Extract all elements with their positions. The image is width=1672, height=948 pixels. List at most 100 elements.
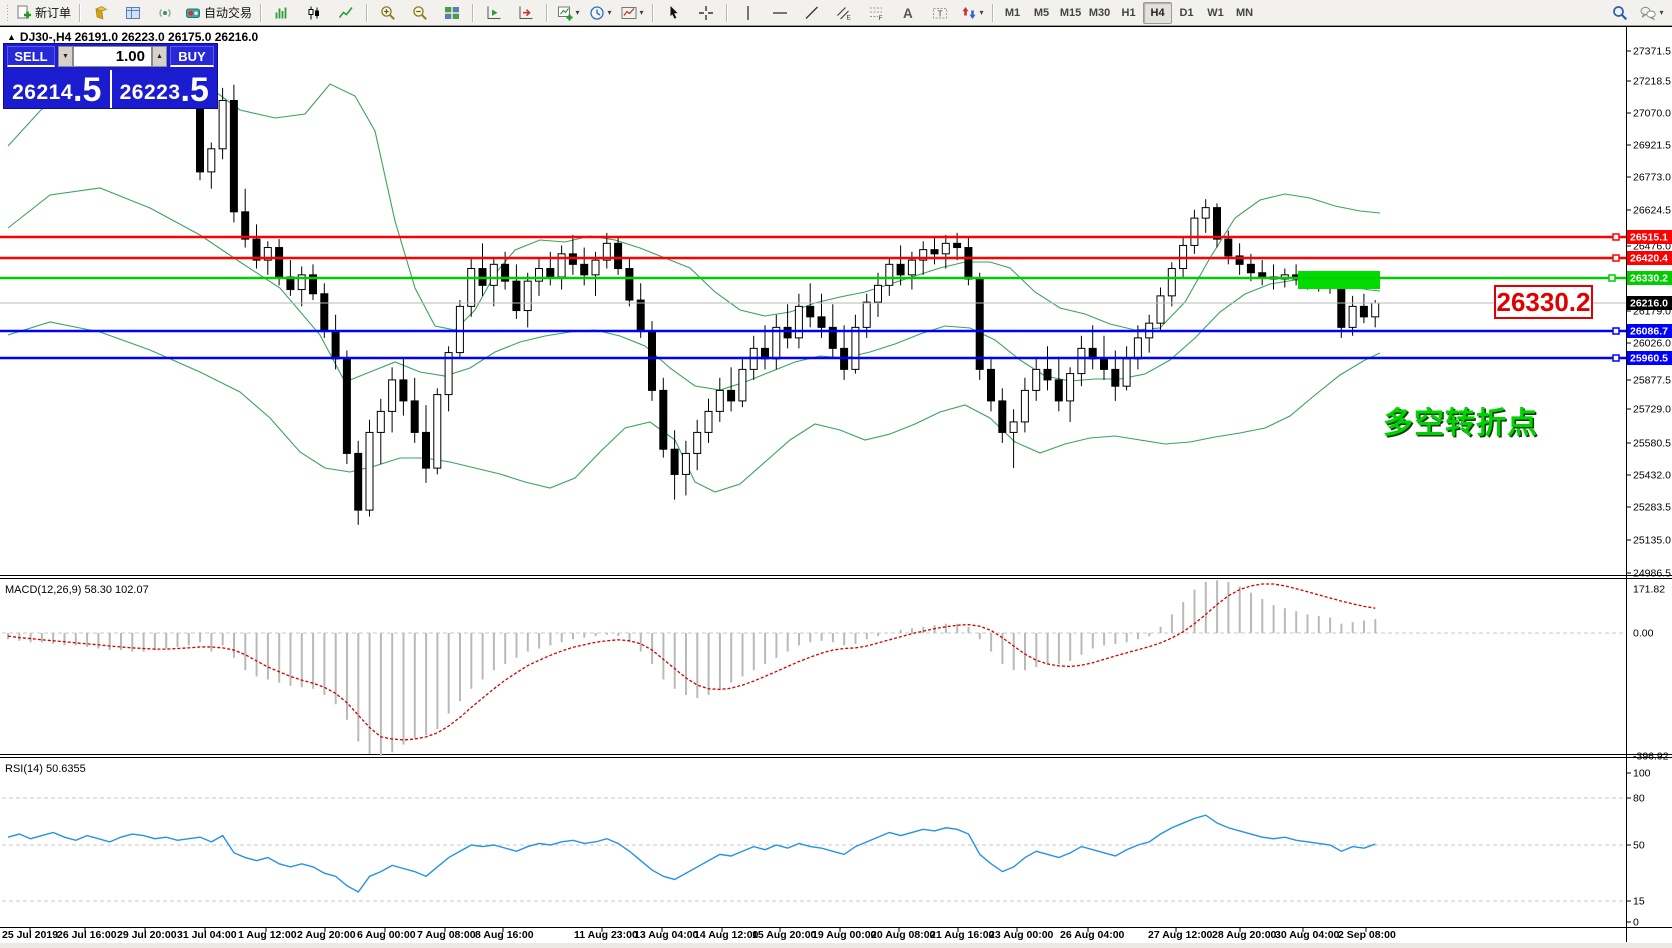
- horizontal-line-button[interactable]: [764, 1, 796, 25]
- auto-scroll-icon: [487, 6, 501, 19]
- candle-body: [1009, 421, 1018, 433]
- trendline-button[interactable]: [796, 1, 828, 25]
- auto-scroll-button[interactable]: [478, 1, 510, 25]
- text-label-button[interactable]: T: [924, 1, 956, 25]
- candle-body: [1201, 207, 1210, 219]
- fibonacci-button[interactable]: F: [860, 1, 892, 25]
- candle-body: [320, 293, 329, 333]
- candle-body: [1054, 379, 1063, 402]
- timeframe-button-m1[interactable]: M1: [998, 2, 1027, 24]
- sell-price[interactable]: 26214.5: [4, 70, 110, 108]
- candle-body: [1032, 368, 1041, 391]
- highlight-rectangle[interactable]: [1298, 271, 1380, 289]
- date-label: 8 Aug 16:00: [475, 929, 534, 941]
- svg-text:F: F: [879, 15, 883, 21]
- toolbar-separator: [260, 3, 263, 22]
- autotrade-button[interactable]: 自动交易: [181, 1, 256, 25]
- buy-button[interactable]: BUY: [170, 46, 214, 67]
- line-handle[interactable]: [1608, 274, 1616, 282]
- toolbar-separator: [546, 3, 549, 22]
- candle-body: [625, 268, 634, 301]
- timeframe-button-m5[interactable]: M5: [1027, 2, 1056, 24]
- cursor-button[interactable]: [658, 1, 690, 25]
- candle-body: [941, 242, 950, 255]
- candle-body: [354, 452, 363, 511]
- chat-button[interactable]: ▾: [1636, 1, 1668, 25]
- line-handle[interactable]: [1612, 354, 1620, 362]
- timeframe-button-m30[interactable]: M30: [1085, 2, 1114, 24]
- vline-icon: [747, 5, 749, 20]
- arrows-icon: [962, 6, 976, 19]
- price-tick-label: 25283.5: [1633, 502, 1671, 514]
- autotrade-button-label: 自动交易: [204, 6, 253, 20]
- candle-body: [1066, 373, 1075, 402]
- line-chart-button[interactable]: [330, 1, 362, 25]
- candle-body: [670, 448, 679, 475]
- signals-button[interactable]: [149, 1, 181, 25]
- text-icon: A: [903, 6, 913, 21]
- date-label: 26 Jul 16:00: [57, 929, 117, 941]
- market-watch-button[interactable]: [85, 1, 117, 25]
- tile-windows-icon: [445, 6, 460, 19]
- price-callout-box[interactable]: 26330.2: [1494, 285, 1593, 319]
- tile-windows-button[interactable]: [436, 1, 468, 25]
- vertical-line-button[interactable]: [732, 1, 764, 25]
- dropdown-caret-icon[interactable]: ▾: [1659, 8, 1663, 17]
- line-handle[interactable]: [1612, 254, 1620, 262]
- timeframe-button-h1[interactable]: H1: [1114, 2, 1143, 24]
- crosshair-button[interactable]: [690, 1, 722, 25]
- buy-price[interactable]: 26223.5: [112, 70, 218, 108]
- timeframe-button-mn[interactable]: MN: [1230, 2, 1259, 24]
- volume-decrease-button[interactable]: ▼: [58, 46, 73, 67]
- search-button[interactable]: [1604, 1, 1636, 25]
- chat-icon: [1640, 6, 1657, 21]
- period-button[interactable]: ▾: [584, 1, 616, 25]
- dropdown-caret-icon[interactable]: ▾: [980, 8, 984, 17]
- timeframe-button-d1[interactable]: D1: [1172, 2, 1201, 24]
- arrows-button[interactable]: ▾: [956, 1, 988, 25]
- text-button[interactable]: A: [892, 1, 924, 25]
- date-label: 26 Aug 04:00: [1060, 929, 1125, 941]
- cursor-icon: [670, 5, 678, 19]
- new-order-button[interactable]: 新订单: [12, 1, 75, 25]
- dropdown-caret-icon[interactable]: ▾: [608, 8, 612, 17]
- zoom-in-button[interactable]: [372, 1, 404, 25]
- channel-button[interactable]: E: [828, 1, 860, 25]
- candle-body: [1020, 389, 1029, 423]
- sell-button[interactable]: SELL: [7, 46, 55, 67]
- macd-label: MACD(12,26,9) 58.30 102.07: [5, 584, 149, 596]
- candle-body: [331, 331, 340, 360]
- toolbar-separator: [472, 3, 475, 22]
- collapse-triangle-icon[interactable]: ▲: [7, 32, 16, 42]
- chart-shift-button[interactable]: [510, 1, 542, 25]
- timeframe-button-h4[interactable]: H4: [1143, 1, 1173, 24]
- bar-chart-button[interactable]: [266, 1, 298, 25]
- chart-background: [0, 26, 1672, 948]
- date-label: 11 Aug 23:00: [574, 929, 638, 941]
- candle-body: [591, 259, 600, 276]
- volume-increase-button[interactable]: ▲: [152, 46, 167, 67]
- pivot-note-text[interactable]: 多空转折点: [1383, 398, 1538, 442]
- zoom-out-button[interactable]: [404, 1, 436, 25]
- candle-body: [806, 305, 815, 318]
- candle-body: [433, 394, 442, 469]
- rsi-level-label: 100: [1633, 768, 1651, 780]
- dropdown-caret-icon[interactable]: ▾: [640, 8, 644, 17]
- svg-text:A: A: [903, 6, 913, 21]
- volume-input[interactable]: 1.00: [73, 46, 152, 67]
- candle-body: [874, 284, 882, 303]
- data-window-button[interactable]: [117, 1, 149, 25]
- line-handle[interactable]: [1612, 327, 1620, 335]
- timeframe-button-m15[interactable]: M15: [1056, 2, 1085, 24]
- candle-body: [546, 268, 555, 278]
- candlestick-chart-button[interactable]: [298, 1, 330, 25]
- candle-body: [614, 242, 623, 270]
- dropdown-caret-icon[interactable]: ▾: [576, 8, 580, 17]
- mt4-window: { "toolbar": { "items": [ {"type":"handl…: [0, 0, 1672, 948]
- new-chart-button[interactable]: ▾: [552, 1, 584, 25]
- candle-body: [1156, 295, 1165, 324]
- line-handle[interactable]: [1612, 233, 1620, 241]
- profile-button[interactable]: ▾: [616, 1, 648, 25]
- timeframe-button-w1[interactable]: W1: [1201, 2, 1230, 24]
- toolbar-drag-handle[interactable]: [6, 3, 10, 22]
